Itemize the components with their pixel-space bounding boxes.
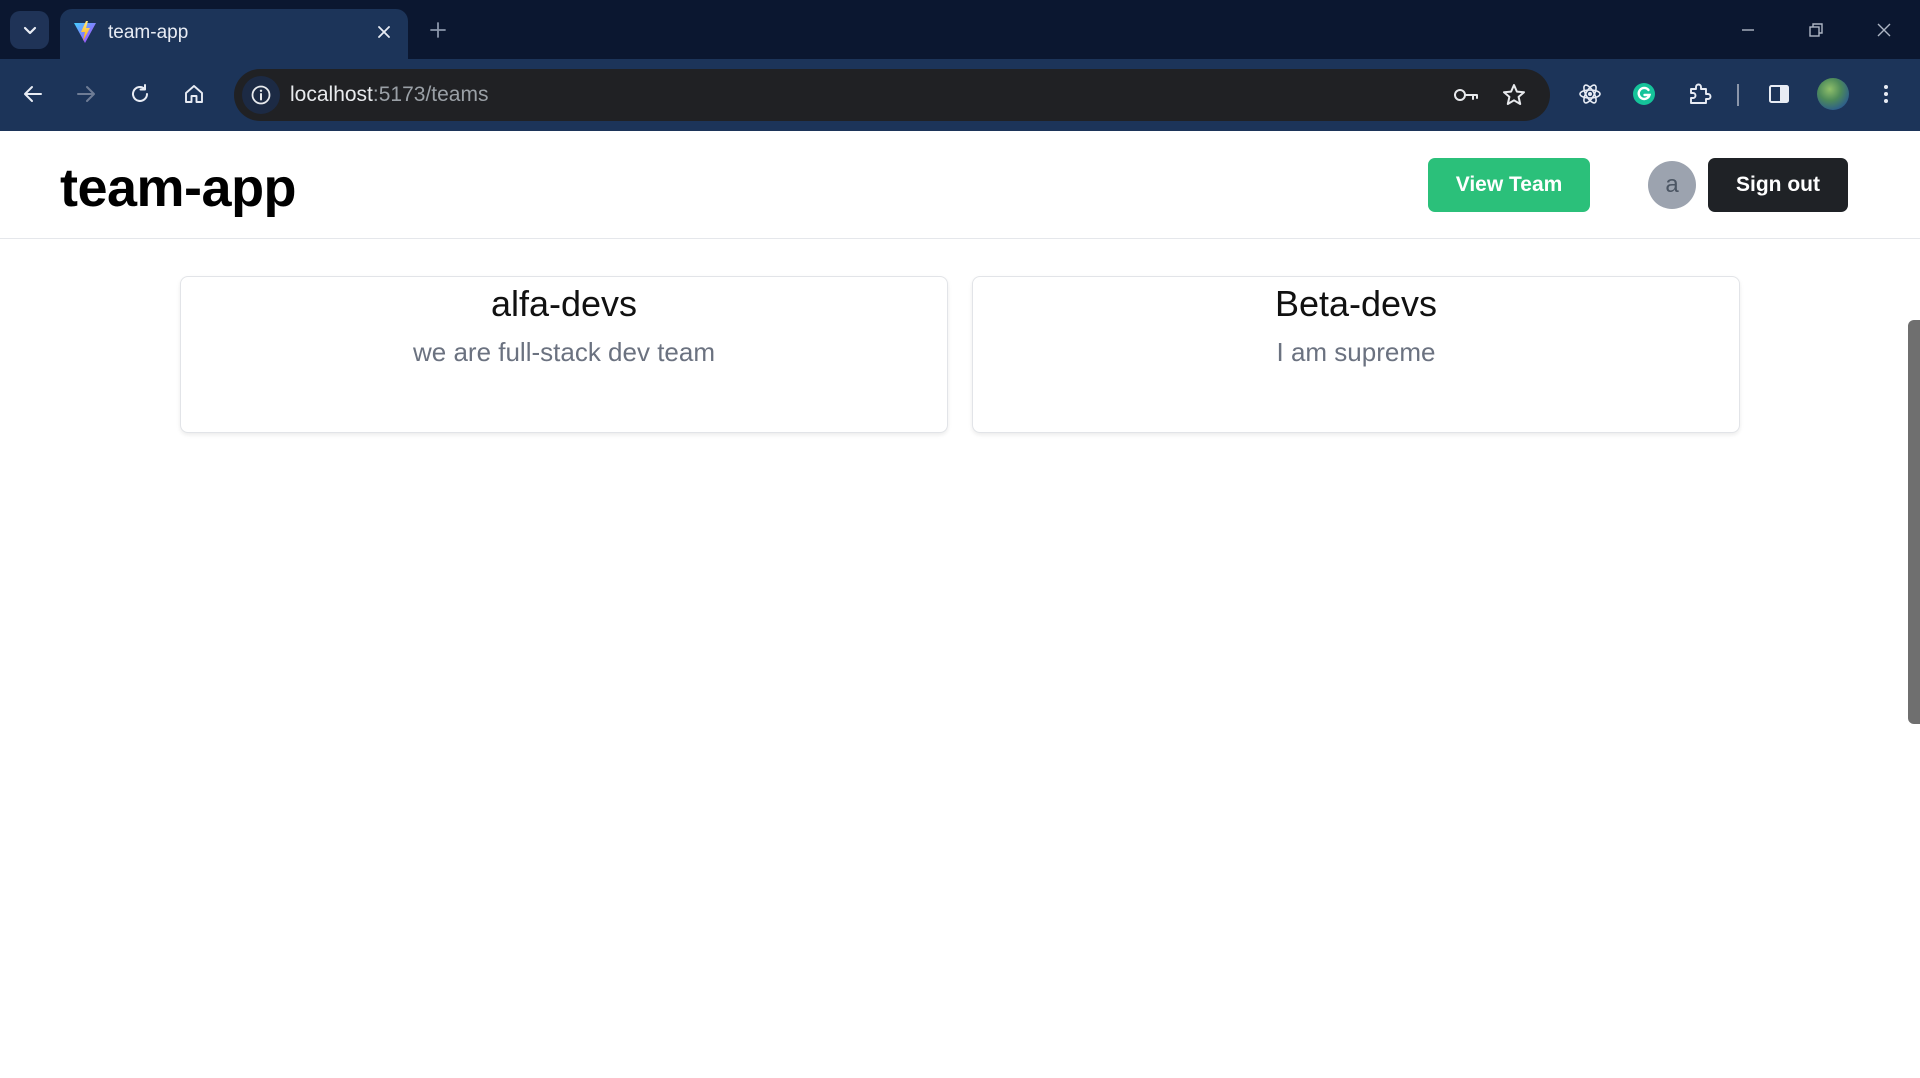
page-scrollbar[interactable] <box>1908 320 1920 724</box>
key-icon <box>1454 89 1478 101</box>
side-panel-button[interactable] <box>1759 74 1799 114</box>
team-name: Beta-devs <box>1274 283 1438 324</box>
team-description: we are full-stack dev team <box>412 337 715 367</box>
extensions-button[interactable] <box>1679 74 1719 114</box>
site-info-button[interactable] <box>242 76 280 114</box>
new-tab-button[interactable] <box>424 16 452 44</box>
back-button[interactable] <box>13 74 53 114</box>
reload-button[interactable] <box>120 74 160 114</box>
kebab-menu-icon <box>1884 85 1888 103</box>
tab-close-button[interactable] <box>372 20 396 44</box>
side-panel-icon <box>1769 85 1789 103</box>
reload-icon <box>132 84 148 102</box>
app-brand[interactable]: team-app <box>60 157 297 219</box>
toolbar-separator <box>1737 84 1739 106</box>
password-key-button[interactable] <box>1452 81 1480 109</box>
team-card[interactable]: alfa-devs we are full-stack dev team <box>180 276 948 433</box>
bookmark-star-button[interactable] <box>1500 81 1528 109</box>
close-window-button[interactable] <box>1862 12 1906 48</box>
browser-toolbar: localhost:5173/teams <box>0 59 1920 131</box>
arrow-left-icon <box>24 86 42 102</box>
restore-button[interactable] <box>1794 12 1838 48</box>
team-description: I am supreme <box>1276 337 1436 367</box>
profile-avatar-button[interactable] <box>1817 78 1849 110</box>
home-button[interactable] <box>174 74 214 114</box>
tab-strip: team-app <box>0 0 1920 59</box>
url-path: :5173/teams <box>372 83 489 106</box>
active-tab[interactable]: team-app <box>60 9 408 59</box>
team-card[interactable]: Beta-devs I am supreme <box>972 276 1740 433</box>
tab-title: team-app <box>108 22 189 43</box>
url-text[interactable]: localhost:5173/teams <box>290 83 488 107</box>
view-team-button[interactable]: View Team <box>1428 158 1590 212</box>
grammarly-icon <box>1633 83 1655 105</box>
browser-chrome: team-app localhost:5173/teams <box>0 0 1920 131</box>
star-icon <box>1503 84 1525 105</box>
react-devtools-extension[interactable] <box>1570 74 1610 114</box>
grammarly-extension[interactable] <box>1624 74 1664 114</box>
url-host: localhost <box>290 83 373 106</box>
team-name: alfa-devs <box>490 283 638 324</box>
restore-icon <box>1809 23 1823 37</box>
arrow-right-icon <box>77 86 95 102</box>
chevron-down-icon <box>23 26 36 35</box>
address-bar[interactable]: localhost:5173/teams <box>234 69 1550 121</box>
page-content: team-app View Team a Sign out alfa-devs … <box>0 131 1920 1078</box>
home-icon <box>185 85 203 103</box>
minimize-icon <box>1742 29 1754 31</box>
react-icon <box>1579 84 1601 104</box>
plus-icon <box>430 22 446 38</box>
user-avatar[interactable]: a <box>1648 161 1696 209</box>
minimize-button[interactable] <box>1726 12 1770 48</box>
vite-logo-icon <box>74 21 96 43</box>
browser-menu-button[interactable] <box>1866 74 1906 114</box>
info-icon <box>251 85 271 105</box>
sign-out-button[interactable]: Sign out <box>1708 158 1848 212</box>
forward-button[interactable] <box>66 74 106 114</box>
app-header: team-app View Team a Sign out <box>0 131 1920 239</box>
puzzle-icon <box>1690 83 1712 104</box>
tab-search-button[interactable] <box>10 11 49 49</box>
close-icon <box>378 26 390 38</box>
close-icon <box>1877 23 1891 37</box>
